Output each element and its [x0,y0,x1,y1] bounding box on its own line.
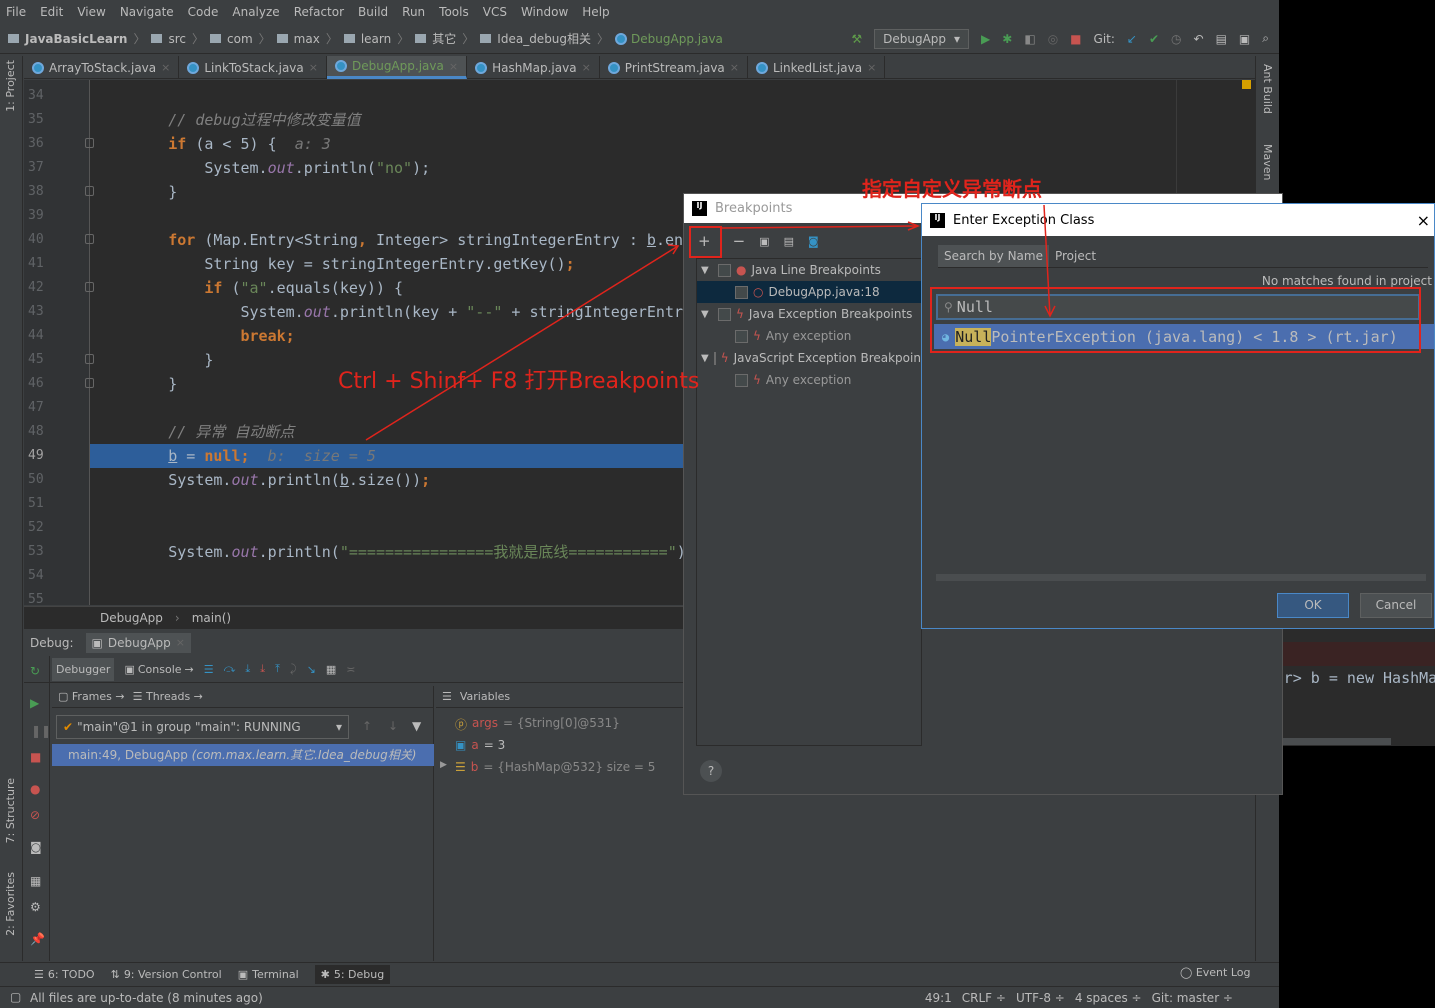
arrow-shortcut [365,245,679,441]
annotation-arrows [365,204,1056,441]
arrow-to-dialog [721,225,919,229]
arrow-to-search [1043,204,1051,317]
